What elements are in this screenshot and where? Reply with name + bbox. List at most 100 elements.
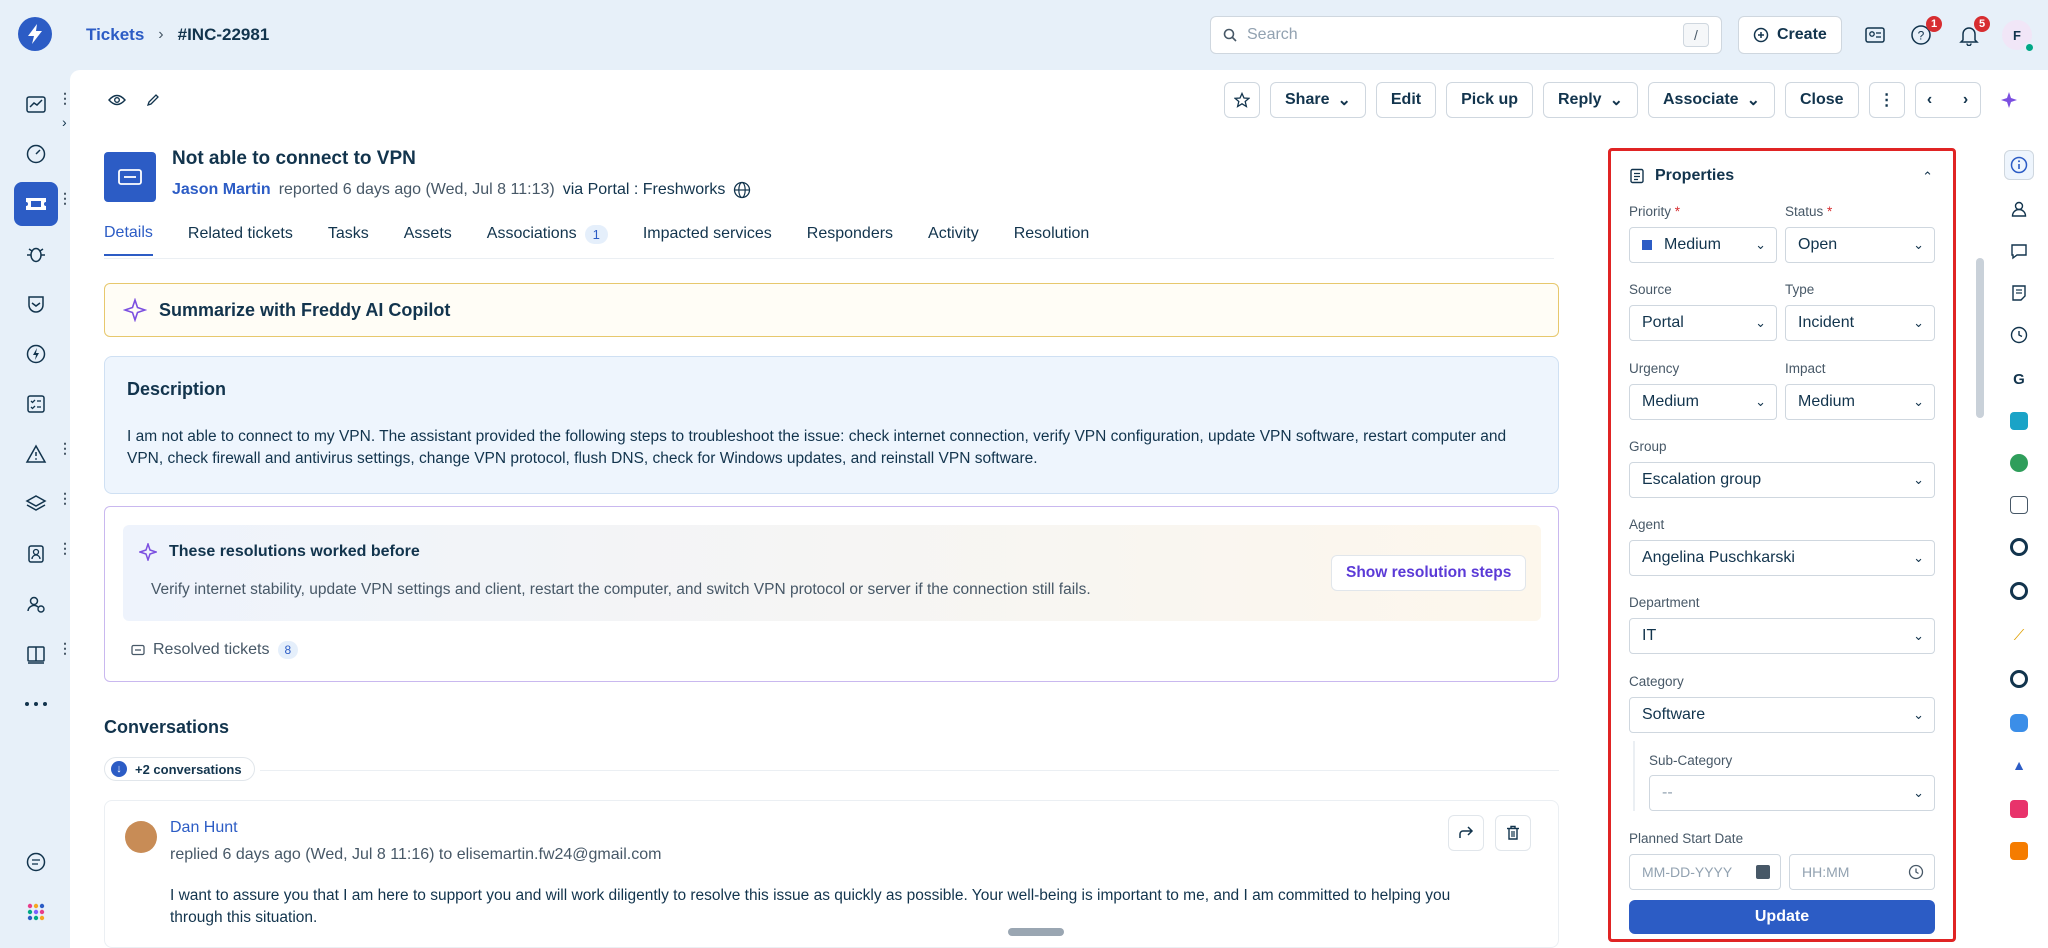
freshservice-logo-icon[interactable]: [18, 17, 52, 51]
impact-select[interactable]: Medium ⌄: [1785, 384, 1935, 420]
nav-gauge-icon[interactable]: [14, 132, 58, 176]
info-icon[interactable]: [2004, 150, 2034, 180]
chat-bubble-icon[interactable]: [2006, 238, 2032, 264]
user-avatar[interactable]: F: [2002, 20, 2035, 53]
notifications-bell-icon[interactable]: 5: [1956, 16, 1990, 48]
resolved-tickets-label: Resolved tickets: [153, 641, 270, 658]
urgency-select[interactable]: Medium ⌄: [1629, 384, 1777, 420]
type-select[interactable]: Incident ⌄: [1785, 305, 1935, 341]
priority-select[interactable]: Medium ⌄: [1629, 227, 1777, 263]
collapse-chevron-up-icon[interactable]: ⌃: [1922, 169, 1933, 185]
tab-tasks[interactable]: Tasks: [328, 224, 369, 256]
requester-link[interactable]: Jason Martin: [172, 181, 271, 199]
app-globe-icon[interactable]: [2006, 450, 2032, 476]
tab-impacted-services[interactable]: Impacted services: [643, 224, 772, 256]
nav-users-settings-icon[interactable]: [14, 582, 58, 626]
urgency-value: Medium: [1642, 393, 1699, 410]
contact-card-icon[interactable]: [1862, 22, 1888, 48]
tab-related-tickets[interactable]: Related tickets: [188, 224, 293, 256]
requester-user-icon[interactable]: [2006, 196, 2032, 222]
nav-knowledge-book-icon[interactable]: [14, 632, 58, 676]
planned-start-date-input[interactable]: MM-DD-YYYY: [1629, 854, 1781, 890]
tab-details[interactable]: Details: [104, 224, 153, 256]
create-label: Create: [1777, 26, 1827, 43]
resolved-tickets-link[interactable]: Resolved tickets 8: [131, 641, 299, 659]
breadcrumb: Tickets › #INC-22981: [86, 25, 269, 45]
app-cloud-icon[interactable]: [2006, 492, 2032, 518]
conversations-divider: [260, 770, 1559, 771]
edit-button[interactable]: Edit: [1375, 82, 1437, 118]
group-select[interactable]: Escalation group ⌄: [1629, 462, 1935, 498]
create-button[interactable]: Create: [1738, 16, 1842, 54]
source-select[interactable]: Portal ⌄: [1629, 305, 1777, 341]
notes-icon[interactable]: [2006, 280, 2032, 306]
nav-problems-bug-icon[interactable]: [14, 232, 58, 276]
subcategory-select[interactable]: -- ⌄: [1649, 775, 1935, 811]
nav-releases-icon[interactable]: [14, 332, 58, 376]
next-ticket-chevron-icon[interactable]: ›: [1963, 91, 1968, 109]
nav-dashboard-icon[interactable]: [14, 82, 58, 126]
nav-tickets-icon[interactable]: [14, 182, 58, 226]
share-button[interactable]: Share ⌄: [1270, 82, 1366, 118]
nav-changes-icon[interactable]: [14, 282, 58, 326]
properties-scrollbar[interactable]: [1976, 258, 1984, 418]
show-resolution-steps-button[interactable]: Show resolution steps: [1331, 555, 1527, 591]
app-orange-icon[interactable]: [2006, 838, 2032, 864]
nav-chat-support-icon[interactable]: [14, 840, 58, 884]
favorite-star-icon[interactable]: [1224, 82, 1260, 118]
conversation-author-link[interactable]: Dan Hunt: [170, 819, 238, 837]
properties-list-icon: [1630, 168, 1644, 184]
required-asterisk: *: [1827, 204, 1833, 219]
tab-assets[interactable]: Assets: [404, 224, 452, 256]
app-stripes-icon[interactable]: [2006, 408, 2032, 434]
app-ring-alt-icon[interactable]: [2006, 666, 2032, 692]
tab-resolution[interactable]: Resolution: [1014, 224, 1090, 256]
app-robot-icon[interactable]: [2006, 710, 2032, 736]
chevron-down-icon: ⌄: [1913, 707, 1924, 722]
agent-select[interactable]: Angelina Puschkarski ⌄: [1629, 540, 1935, 576]
tab-responders[interactable]: Responders: [807, 224, 893, 256]
status-select[interactable]: Open ⌄: [1785, 227, 1935, 263]
category-label: Category: [1629, 674, 1684, 689]
expand-conversations-button[interactable]: ↓ +2 conversations: [104, 757, 255, 781]
app-google-icon[interactable]: G: [2006, 366, 2032, 392]
freddy-sparkle-icon[interactable]: [1990, 82, 2027, 118]
global-search-input[interactable]: Search /: [1210, 16, 1722, 54]
update-button[interactable]: Update: [1629, 900, 1935, 934]
nav-checklist-icon[interactable]: [14, 382, 58, 426]
forward-arrow-icon[interactable]: [1448, 815, 1484, 851]
app-ring-icon[interactable]: [2006, 534, 2032, 560]
sidebar-expand-chevron-icon[interactable]: ›: [62, 114, 67, 130]
time-clock-icon[interactable]: [2006, 322, 2032, 348]
resize-handle[interactable]: [1008, 928, 1064, 936]
watch-eye-icon[interactable]: [104, 82, 130, 118]
department-select[interactable]: IT ⌄: [1629, 618, 1935, 654]
app-ring-dark-icon[interactable]: [2006, 578, 2032, 604]
more-actions-kebab-icon[interactable]: ⋮: [1868, 82, 1905, 118]
tab-associations[interactable]: Associations 1: [487, 224, 608, 256]
chevron-down-icon: ⌄: [1337, 92, 1351, 109]
help-icon[interactable]: ? 1: [1908, 16, 1942, 48]
nav-more-apps-icon[interactable]: [14, 682, 58, 726]
breadcrumb-tickets-link[interactable]: Tickets: [86, 25, 144, 45]
close-ticket-button[interactable]: Close: [1784, 82, 1859, 118]
delete-trash-icon[interactable]: [1495, 815, 1531, 851]
planned-start-time-input[interactable]: HH:MM: [1789, 854, 1935, 890]
associate-button[interactable]: Associate ⌄: [1647, 82, 1775, 118]
nav-alerts-warning-icon[interactable]: [14, 432, 58, 476]
pickup-button[interactable]: Pick up: [1446, 82, 1533, 118]
nav-assets-layers-icon[interactable]: [14, 482, 58, 526]
app-triangle-icon[interactable]: ▲: [2006, 752, 2032, 778]
nav-app-switcher-icon[interactable]: [14, 890, 58, 934]
nav-contacts-icon[interactable]: [14, 532, 58, 576]
app-pen-icon[interactable]: ⟋: [2006, 622, 2032, 648]
chevron-down-icon: ⌄: [1609, 92, 1623, 109]
reply-button[interactable]: Reply ⌄: [1543, 82, 1638, 118]
previous-ticket-chevron-icon[interactable]: ‹: [1927, 91, 1932, 109]
tab-activity[interactable]: Activity: [928, 224, 979, 256]
summarize-freddy-button[interactable]: Summarize with Freddy AI Copilot: [104, 283, 1559, 337]
app-red-icon[interactable]: [2006, 796, 2032, 822]
edit-pencil-icon[interactable]: [140, 82, 166, 118]
category-select[interactable]: Software ⌄: [1629, 697, 1935, 733]
search-shortcut-hint: /: [1683, 23, 1709, 47]
